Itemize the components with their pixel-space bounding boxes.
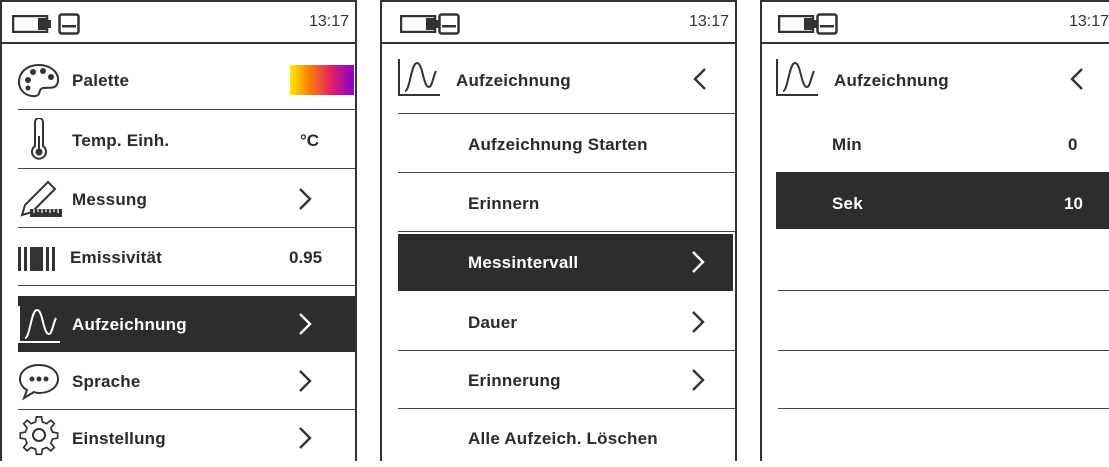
- submenu-item-start-recording[interactable]: Aufzeichnung Starten: [382, 116, 735, 173]
- submenu-item-label: Erinnern: [468, 194, 540, 213]
- save-icon: [438, 13, 460, 35]
- setting-label: Min: [832, 135, 862, 154]
- seconds-value[interactable]: 10: [1064, 194, 1083, 214]
- back-chevron-icon[interactable]: [692, 67, 708, 91]
- pencil-ruler-icon: [20, 180, 62, 217]
- thermometer-icon: [31, 118, 47, 160]
- save-icon: [816, 13, 838, 35]
- waveform-icon: [776, 59, 818, 96]
- menu-item-label: Einstellung: [72, 429, 166, 448]
- clock: 13:17: [308, 13, 349, 30]
- submenu-item-label: Alle Aufzeich. Löschen: [468, 429, 658, 448]
- waveform-icon: [18, 306, 60, 343]
- status-bar: 13:17: [382, 2, 735, 44]
- submenu-title: Aufzeichnung: [834, 71, 949, 90]
- menu-item-label: Emissivität: [70, 248, 162, 267]
- recording-menu-panel: 13:17 Aufzeichnung Aufzeichnung Starten …: [380, 0, 737, 461]
- main-menu-panel: 13:17 Palette Temp. Einh. °C Messung Emi…: [0, 0, 357, 461]
- submenu-header: Aufzeichnung: [382, 53, 735, 114]
- chevron-right-icon: [692, 251, 705, 273]
- submenu-item-label: Messintervall: [468, 253, 579, 272]
- menu-item-label: Messung: [72, 190, 148, 209]
- temp-unit-value: °C: [300, 131, 320, 150]
- menu-item-label: Sprache: [72, 372, 141, 391]
- save-icon: [58, 13, 80, 35]
- submenu-item-remember[interactable]: Erinnern: [382, 175, 735, 232]
- submenu-item-label: Dauer: [468, 313, 518, 332]
- clock: 13:17: [688, 13, 729, 30]
- empty-row: [762, 352, 1109, 409]
- emissivity-value: 0.95: [289, 248, 323, 267]
- minutes-value[interactable]: 0: [1068, 135, 1077, 155]
- speech-bubble-icon: [18, 363, 60, 401]
- status-bar: 13:17: [762, 2, 1109, 44]
- clock: 13:17: [1068, 13, 1109, 30]
- menu-item-label: Aufzeichnung: [72, 315, 187, 334]
- battery-icon: [778, 15, 817, 33]
- chevron-right-icon: [299, 427, 312, 449]
- back-chevron-icon[interactable]: [1069, 67, 1085, 91]
- submenu-title: Aufzeichnung: [456, 71, 571, 90]
- menu-item-measurement[interactable]: Messung: [2, 171, 355, 228]
- empty-row: [762, 294, 1109, 351]
- status-bar: 13:17: [2, 2, 355, 44]
- submenu-item-label: Erinnerung: [468, 371, 561, 390]
- empty-row: [762, 234, 1109, 291]
- submenu-item-reminder[interactable]: Erinnerung: [382, 352, 735, 409]
- menu-item-recording[interactable]: Aufzeichnung: [18, 296, 355, 352]
- waveform-icon: [398, 59, 440, 96]
- chevron-right-icon: [299, 313, 312, 335]
- menu-item-label: Temp. Einh.: [72, 131, 170, 150]
- palette-icon: [17, 63, 60, 98]
- battery-icon: [12, 15, 51, 33]
- barcode-icon: [18, 247, 55, 271]
- chevron-right-icon: [692, 369, 705, 391]
- chevron-right-icon: [299, 188, 312, 210]
- menu-item-temp-unit[interactable]: Temp. Einh. °C: [2, 112, 355, 169]
- menu-item-language[interactable]: Sprache: [2, 353, 355, 410]
- chevron-right-icon: [299, 370, 312, 392]
- menu-item-settings[interactable]: Einstellung: [2, 410, 355, 467]
- menu-item-emissivity[interactable]: Emissivität 0.95: [2, 229, 355, 286]
- chevron-right-icon: [692, 311, 705, 333]
- setting-row-minutes[interactable]: Min 0: [762, 116, 1109, 171]
- setting-label: Sek: [832, 194, 863, 213]
- submenu-item-label: Aufzeichnung Starten: [468, 135, 648, 154]
- submenu-item-duration[interactable]: Dauer: [382, 294, 735, 351]
- interval-setting-panel: 13:17 Aufzeichnung Min 0 Sek 10: [760, 0, 1109, 461]
- menu-item-label: Palette: [72, 71, 130, 90]
- setting-row-seconds[interactable]: Sek 10: [776, 172, 1109, 229]
- palette-gradient-swatch: [290, 65, 354, 95]
- gear-icon: [19, 416, 59, 456]
- submenu-item-interval[interactable]: Messintervall: [398, 234, 733, 291]
- submenu-header: Aufzeichnung: [762, 53, 1109, 114]
- menu-item-palette[interactable]: Palette: [2, 53, 355, 110]
- submenu-item-delete-all[interactable]: Alle Aufzeich. Löschen: [382, 410, 735, 467]
- battery-icon: [400, 15, 439, 33]
